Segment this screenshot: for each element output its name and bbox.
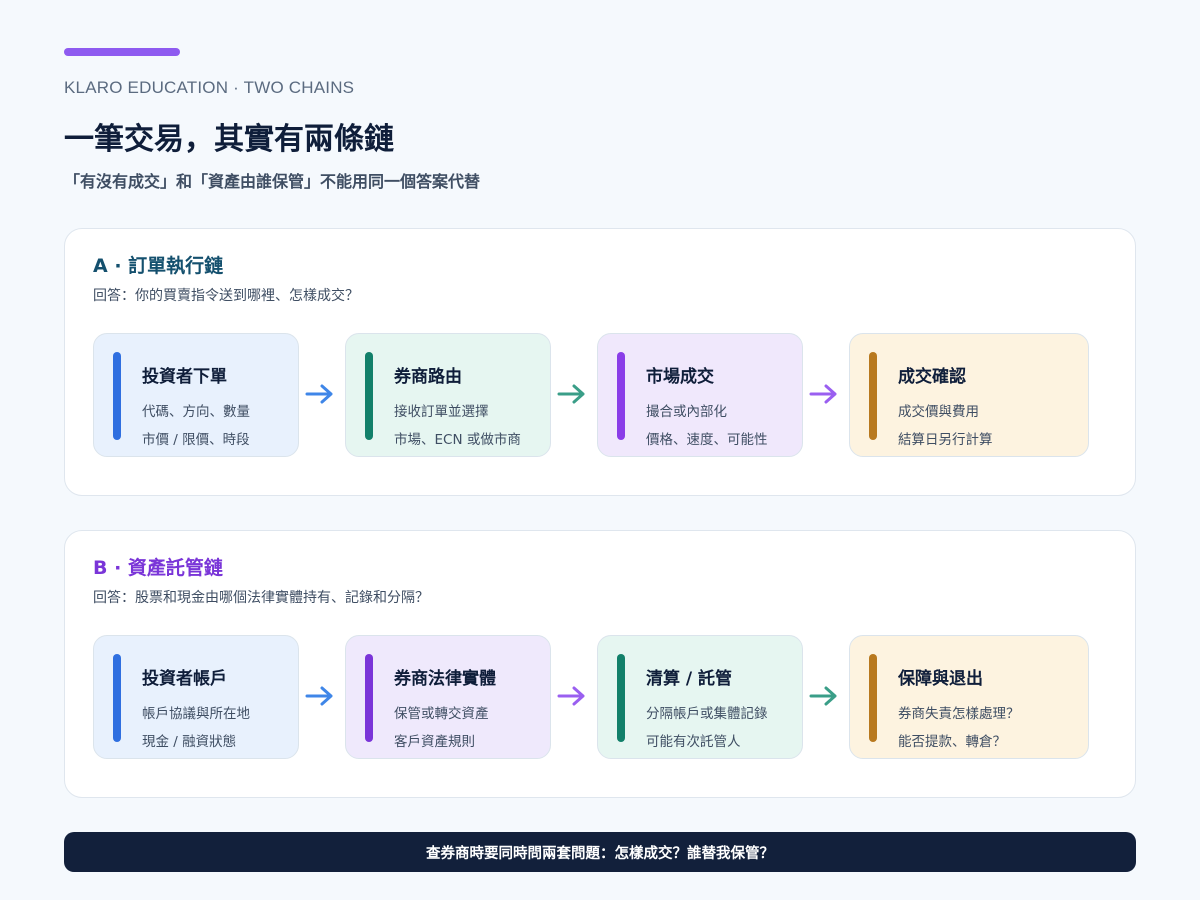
step-detail: 市場、ECN 或做市商: [394, 432, 521, 448]
step-stripe: [365, 654, 373, 742]
step-card: 券商路由 接收訂單並選擇 市場、ECN 或做市商: [345, 333, 551, 457]
right-arrow-icon: [305, 686, 333, 706]
step-stripe: [113, 352, 121, 440]
step-title: 券商法律實體: [394, 669, 496, 689]
step-detail: 市價 / 限價、時段: [142, 432, 250, 448]
step-card: 清算 / 託管 分隔帳戶或集體記錄 可能有次託管人: [597, 635, 803, 759]
step-detail: 價格、速度、可能性: [646, 432, 768, 448]
step-stripe: [869, 654, 877, 742]
step-title: 保障與退出: [898, 669, 983, 689]
step-detail: 代碼、方向、數量: [142, 404, 250, 420]
chain-panel-asset-custody: B · 資產託管鏈 回答：股票和現金由哪個法律實體持有、記錄和分隔？ 投資者帳戶…: [64, 530, 1136, 798]
right-arrow-icon: [809, 384, 837, 404]
step-card: 投資者下單 代碼、方向、數量 市價 / 限價、時段: [93, 333, 299, 457]
step-card: 投資者帳戶 帳戶協議與所在地 現金 / 融資狀態: [93, 635, 299, 759]
accent-bar: [64, 48, 180, 56]
step-card: 券商法律實體 保管或轉交資產 客戶資產規則: [345, 635, 551, 759]
step-detail: 券商失責怎樣處理？: [898, 706, 1020, 722]
step-title: 成交確認: [898, 367, 966, 387]
step-stripe: [365, 352, 373, 440]
step-card: 保障與退出 券商失責怎樣處理？ 能否提款、轉倉？: [849, 635, 1089, 759]
step-title: 市場成交: [646, 367, 714, 387]
step-title: 投資者帳戶: [142, 669, 227, 689]
chain-heading: B · 資產託管鏈: [93, 557, 223, 579]
step-detail: 撮合或內部化: [646, 404, 727, 420]
eyebrow-label: KLARO EDUCATION · TWO CHAINS: [64, 78, 355, 97]
step-detail: 能否提款、轉倉？: [898, 734, 1006, 750]
right-arrow-icon: [809, 686, 837, 706]
step-detail: 結算日另行計算: [898, 432, 993, 448]
step-detail: 成交價與費用: [898, 404, 979, 420]
chain-heading: A · 訂單執行鏈: [93, 255, 224, 277]
step-detail: 現金 / 融資狀態: [142, 734, 237, 750]
step-detail: 分隔帳戶或集體記錄: [646, 706, 768, 722]
page-subtitle: 「有沒有成交」和「資產由誰保管」不能用同一個答案代替: [64, 172, 481, 191]
step-detail: 保管或轉交資產: [394, 706, 489, 722]
step-detail: 客戶資產規則: [394, 734, 475, 750]
footer-text: 查券商時要同時問兩套問題：怎樣成交？誰替我保管？: [426, 845, 774, 862]
chain-question: 回答：你的買賣指令送到哪裡、怎樣成交？: [93, 288, 359, 304]
chain-panel-order-execution: A · 訂單執行鏈 回答：你的買賣指令送到哪裡、怎樣成交？ 投資者下單 代碼、方…: [64, 228, 1136, 496]
right-arrow-icon: [305, 384, 333, 404]
step-title: 清算 / 託管: [646, 669, 733, 689]
step-detail: 接收訂單並選擇: [394, 404, 489, 420]
footer-banner: 查券商時要同時問兩套問題：怎樣成交？誰替我保管？: [64, 832, 1136, 872]
chain-question: 回答：股票和現金由哪個法律實體持有、記錄和分隔？: [93, 590, 429, 606]
right-arrow-icon: [557, 384, 585, 404]
step-stripe: [113, 654, 121, 742]
step-card: 市場成交 撮合或內部化 價格、速度、可能性: [597, 333, 803, 457]
step-stripe: [617, 654, 625, 742]
step-detail: 可能有次託管人: [646, 734, 741, 750]
step-stripe: [617, 352, 625, 440]
step-stripe: [869, 352, 877, 440]
right-arrow-icon: [557, 686, 585, 706]
page-title: 一筆交易，其實有兩條鏈: [64, 122, 394, 157]
step-title: 券商路由: [394, 367, 462, 387]
step-card: 成交確認 成交價與費用 結算日另行計算: [849, 333, 1089, 457]
step-detail: 帳戶協議與所在地: [142, 706, 250, 722]
step-title: 投資者下單: [142, 367, 227, 387]
